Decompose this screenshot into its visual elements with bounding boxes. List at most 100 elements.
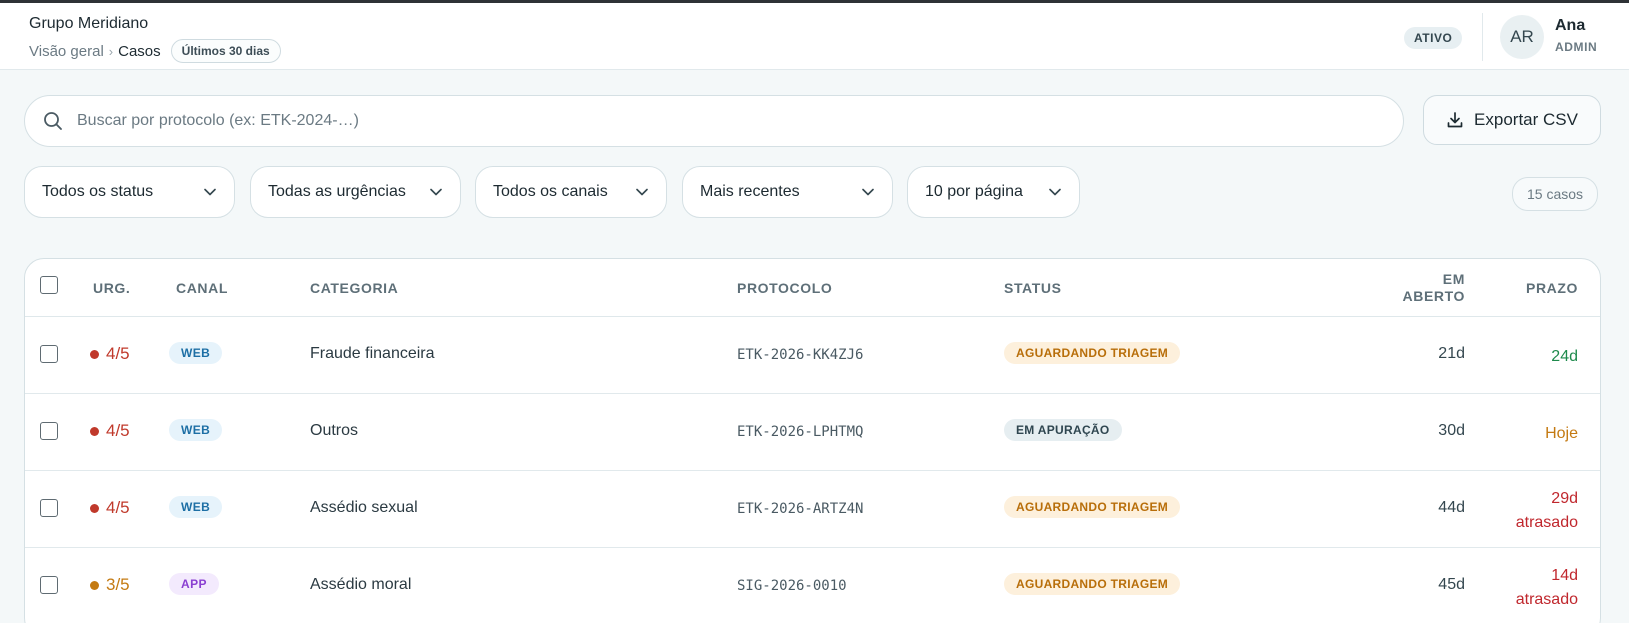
urgency-dot-icon	[90, 580, 99, 590]
column-header-channel[interactable]: CANAL	[176, 280, 228, 296]
open-time-cell: 30d	[1438, 422, 1465, 439]
category-cell: Assédio moral	[310, 576, 412, 593]
status-badge: AGUARDANDO TRIAGEM	[1004, 342, 1181, 364]
status-cell: AGUARDANDO TRIAGEM	[1004, 573, 1181, 595]
channel-badge: WEB	[169, 419, 223, 441]
urgency-cell: 4/5	[90, 344, 130, 364]
filter-label: 10 por página	[925, 183, 1023, 200]
urgency-value: 4/5	[106, 421, 130, 440]
chevron-down-icon	[862, 188, 874, 196]
table-header: URG. CANAL CATEGORIA PROTOCOLO STATUS EM…	[25, 259, 1600, 317]
channel-badge: WEB	[169, 342, 223, 364]
chevron-down-icon	[1049, 188, 1061, 196]
protocol-cell[interactable]: SIG-2026-0010	[737, 578, 847, 594]
chevron-down-icon	[204, 188, 216, 196]
channel-badge: APP	[169, 573, 219, 595]
column-header-category[interactable]: CATEGORIA	[310, 280, 398, 296]
status-badge: AGUARDANDO TRIAGEM	[1004, 496, 1181, 518]
table-row[interactable]: 4/5 WEB Fraude financeira ETK-2026-KK4ZJ6 AG…	[25, 317, 1600, 394]
row-checkbox[interactable]	[40, 499, 58, 517]
column-header-protocol[interactable]: PROTOCOLO	[737, 280, 832, 296]
sort-select[interactable]: Mais recentes	[682, 166, 893, 218]
period-chip[interactable]: Últimos 30 dias	[170, 39, 281, 63]
column-header-open-line2: ABERTO	[1402, 288, 1465, 304]
org-name: Grupo Meridiano	[29, 15, 149, 32]
table-row[interactable]: 4/5 WEB Outros ETK-2026-LPHTMQ EM APURAÇÃO 30…	[25, 394, 1600, 471]
urgency-cell: 4/5	[90, 421, 130, 441]
row-checkbox[interactable]	[40, 422, 58, 440]
category-cell: Fraude financeira	[310, 345, 435, 362]
chevron-down-icon	[636, 188, 648, 196]
channel-cell: WEB	[169, 496, 223, 518]
protocol-cell[interactable]: ETK-2026-LPHTMQ	[737, 424, 863, 440]
avatar[interactable]: AR	[1500, 15, 1544, 59]
channel-cell: WEB	[169, 342, 223, 364]
urgency-dot-icon	[90, 503, 99, 513]
export-csv-button[interactable]: Exportar CSV	[1423, 95, 1601, 145]
search-input[interactable]	[77, 112, 1377, 130]
table-row[interactable]: 3/5 APP Assédio moral SIG-2026-0010 AGUARDAN…	[25, 548, 1600, 623]
channel-badge: WEB	[169, 496, 223, 518]
column-header-open-line1: EM	[1442, 271, 1465, 287]
filter-label: Todos os canais	[493, 183, 608, 200]
row-checkbox[interactable]	[40, 576, 58, 594]
app-header: Grupo Meridiano Visão geral › Casos Últi…	[0, 3, 1629, 70]
filter-label: Todos os status	[42, 183, 154, 200]
urgency-value: 4/5	[106, 344, 130, 363]
deadline-overdue-label: atrasado	[1515, 591, 1578, 608]
deadline-cell: 29d atrasado	[1478, 487, 1578, 535]
breadcrumb: Visão geral › Casos Últimos 30 dias	[29, 39, 281, 63]
category-cell: Assédio sexual	[310, 499, 418, 516]
column-header-status[interactable]: STATUS	[1004, 280, 1062, 296]
channel-cell: WEB	[169, 419, 223, 441]
cases-table: URG. CANAL CATEGORIA PROTOCOLO STATUS EM…	[24, 258, 1601, 623]
urgency-value: 4/5	[106, 498, 130, 517]
chevron-down-icon	[430, 188, 442, 196]
table-row[interactable]: 4/5 WEB Assédio sexual ETK-2026-ARTZ4N AGUAR…	[25, 471, 1600, 548]
category-cell: Outros	[310, 422, 359, 439]
user-name: Ana	[1555, 17, 1586, 34]
open-time-cell: 21d	[1438, 345, 1465, 362]
deadline-cell: Hoje	[1478, 422, 1578, 446]
open-time-cell: 45d	[1438, 576, 1465, 593]
status-cell: AGUARDANDO TRIAGEM	[1004, 342, 1181, 364]
deadline-value: 29d	[1551, 490, 1578, 507]
open-time-cell: 44d	[1438, 499, 1465, 516]
row-checkbox[interactable]	[40, 345, 58, 363]
filter-urgency-select[interactable]: Todas as urgências	[250, 166, 461, 218]
deadline-cell: 24d	[1478, 345, 1578, 369]
breadcrumb-current: Casos	[118, 42, 161, 60]
case-count-badge: 15 casos	[1512, 177, 1599, 211]
deadline-overdue-label: atrasado	[1515, 514, 1578, 531]
user-role: ADMIN	[1555, 40, 1598, 54]
breadcrumb-separator: ›	[108, 43, 114, 59]
header-divider	[1482, 13, 1483, 61]
protocol-cell[interactable]: ETK-2026-KK4ZJ6	[737, 347, 863, 363]
search-box	[24, 95, 1404, 147]
column-header-urgency[interactable]: URG.	[93, 280, 130, 296]
urgency-dot-icon	[90, 349, 99, 359]
status-cell: EM APURAÇÃO	[1004, 419, 1122, 441]
column-header-deadline[interactable]: PRAZO	[1485, 280, 1578, 296]
deadline-value: 14d	[1551, 567, 1578, 584]
breadcrumb-overview-link[interactable]: Visão geral	[29, 43, 104, 60]
deadline-cell: 14d atrasado	[1478, 564, 1578, 612]
status-cell: AGUARDANDO TRIAGEM	[1004, 496, 1181, 518]
column-header-open-time[interactable]: EM ABERTO	[1385, 271, 1465, 305]
filter-status-select[interactable]: Todos os status	[24, 166, 235, 218]
select-all-checkbox[interactable]	[40, 276, 58, 294]
deadline-value: Hoje	[1545, 425, 1578, 442]
search-icon	[44, 112, 62, 130]
status-badge: ATIVO	[1404, 27, 1463, 49]
urgency-cell: 4/5	[90, 498, 130, 518]
filter-channel-select[interactable]: Todos os canais	[475, 166, 667, 218]
filter-label: Mais recentes	[700, 183, 800, 200]
download-icon	[1447, 112, 1463, 128]
protocol-cell[interactable]: ETK-2026-ARTZ4N	[737, 501, 863, 517]
status-badge: EM APURAÇÃO	[1004, 419, 1122, 441]
deadline-value: 24d	[1551, 348, 1578, 365]
page-size-select[interactable]: 10 por página	[907, 166, 1080, 218]
export-csv-label: Exportar CSV	[1474, 110, 1578, 129]
status-badge: AGUARDANDO TRIAGEM	[1004, 573, 1181, 595]
channel-cell: APP	[169, 573, 219, 595]
